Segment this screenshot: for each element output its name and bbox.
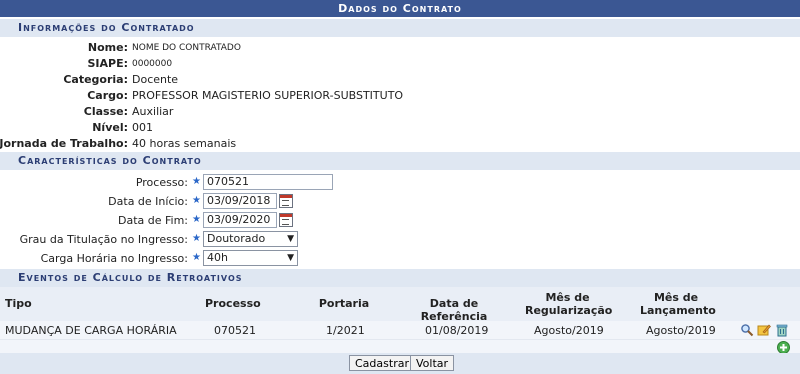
data-fim-input[interactable]: 03/09/2020 bbox=[203, 212, 277, 228]
titulacao-select[interactable]: Doutorado ▼ bbox=[203, 231, 298, 247]
events-table-header: Tipo Processo Portaria Data de Referênci… bbox=[0, 287, 800, 323]
value-siape: 0000000 bbox=[132, 59, 173, 69]
titulacao-label: Grau da Titulação no Ingresso: bbox=[19, 233, 188, 246]
label-cargo: Cargo: bbox=[87, 89, 128, 102]
cell-mes-lancamento: Agosto/2019 bbox=[646, 324, 716, 337]
info-block: Nome: NOME DO CONTRATADO SIAPE: 0000000 … bbox=[0, 37, 800, 152]
processo-input[interactable]: 070521 bbox=[203, 174, 333, 190]
section-caracteristicas: Características do Contrato bbox=[0, 152, 800, 170]
section-eventos: Eventos de Cálculo de Retroativos bbox=[0, 269, 800, 287]
info-row-nome: Nome: NOME DO CONTRATADO bbox=[0, 40, 800, 56]
value-cargo: PROFESSOR MAGISTERIO SUPERIOR-SUBSTITUTO bbox=[132, 89, 404, 102]
chevron-down-icon: ▼ bbox=[287, 253, 294, 263]
data-fim-label: Data de Fim: bbox=[117, 214, 188, 227]
label-nome: Nome: bbox=[87, 41, 128, 54]
value-nome: NOME DO CONTRATADO bbox=[132, 43, 241, 53]
voltar-button[interactable]: Voltar bbox=[410, 355, 455, 371]
info-row-cargo: Cargo: PROFESSOR MAGISTERIO SUPERIOR-SUB… bbox=[0, 88, 800, 104]
required-star-icon: ★ bbox=[192, 252, 201, 263]
label-categoria: Categoria: bbox=[63, 73, 128, 86]
required-star-icon: ★ bbox=[192, 195, 201, 206]
form-row-processo: Processo: ★ 070521 bbox=[0, 173, 800, 192]
page-title: Dados do Contrato bbox=[0, 0, 800, 17]
form-row-titulacao: Grau da Titulação no Ingresso: ★ Doutora… bbox=[0, 230, 800, 249]
button-bar: Cadastrar Voltar bbox=[0, 353, 800, 374]
label-siape: SIAPE: bbox=[87, 57, 128, 70]
processo-label: Processo: bbox=[135, 176, 188, 189]
value-nivel: 001 bbox=[132, 121, 153, 134]
search-icon[interactable] bbox=[740, 323, 754, 337]
th-mes-lancamento: Mês de Lançamento bbox=[640, 291, 716, 317]
form-row-fim: Data de Fim: ★ 03/09/2020 bbox=[0, 211, 800, 230]
info-row-jornada: Jornada de Trabalho: 40 horas semanais bbox=[0, 136, 800, 152]
titulacao-selected: Doutorado bbox=[207, 232, 266, 245]
carga-select[interactable]: 40h ▼ bbox=[203, 250, 298, 266]
cell-tipo: MUDANÇA DE CARGA HORÁRIA bbox=[5, 324, 177, 337]
required-star-icon: ★ bbox=[192, 214, 201, 225]
info-row-classe: Classe: Auxiliar bbox=[0, 104, 800, 120]
label-jornada: Jornada de Trabalho: bbox=[0, 137, 128, 150]
th-data-referencia: Data de Referência bbox=[420, 297, 488, 323]
data-inicio-input[interactable]: 03/09/2018 bbox=[203, 193, 277, 209]
info-row-siape: SIAPE: 0000000 bbox=[0, 56, 800, 72]
form-row-carga: Carga Horária no Ingresso: ★ 40h ▼ bbox=[0, 249, 800, 268]
calendar-icon[interactable] bbox=[279, 213, 293, 227]
table-row: MUDANÇA DE CARGA HORÁRIA 070521 1/2021 0… bbox=[0, 321, 800, 340]
info-row-nivel: Nível: 001 bbox=[0, 120, 800, 136]
cell-data-referencia: 01/08/2019 bbox=[425, 324, 489, 337]
th-processo: Processo bbox=[205, 297, 261, 310]
calendar-icon[interactable] bbox=[279, 194, 293, 208]
value-classe: Auxiliar bbox=[132, 105, 174, 118]
form-row-inicio: Data de Início: ★ 03/09/2018 bbox=[0, 192, 800, 211]
value-categoria: Docente bbox=[132, 73, 179, 86]
required-star-icon: ★ bbox=[192, 233, 201, 244]
cell-portaria: 1/2021 bbox=[326, 324, 365, 337]
carga-selected: 40h bbox=[207, 251, 228, 264]
contract-form: Processo: ★ 070521 Data de Início: ★ 03/… bbox=[0, 170, 800, 268]
th-tipo: Tipo bbox=[5, 297, 32, 310]
data-inicio-label: Data de Início: bbox=[108, 195, 188, 208]
cell-mes-regularizacao: Agosto/2019 bbox=[534, 324, 604, 337]
value-jornada: 40 horas semanais bbox=[132, 137, 237, 150]
edit-icon[interactable] bbox=[757, 323, 771, 337]
th-mes-regularizacao: Mês de Regularização bbox=[525, 291, 613, 317]
cell-processo: 070521 bbox=[214, 324, 256, 337]
required-star-icon: ★ bbox=[192, 176, 201, 187]
trash-icon[interactable] bbox=[775, 323, 789, 337]
cadastrar-button[interactable]: Cadastrar bbox=[349, 355, 415, 371]
page: Dados do Contrato Informações do Contrat… bbox=[0, 0, 800, 374]
label-classe: Classe: bbox=[83, 105, 128, 118]
info-row-categoria: Categoria: Docente bbox=[0, 72, 800, 88]
section-informacoes: Informações do Contratado bbox=[0, 19, 800, 37]
label-nivel: Nível: bbox=[92, 121, 128, 134]
carga-label: Carga Horária no Ingresso: bbox=[40, 252, 188, 265]
chevron-down-icon: ▼ bbox=[287, 234, 294, 244]
th-portaria: Portaria bbox=[318, 297, 370, 310]
